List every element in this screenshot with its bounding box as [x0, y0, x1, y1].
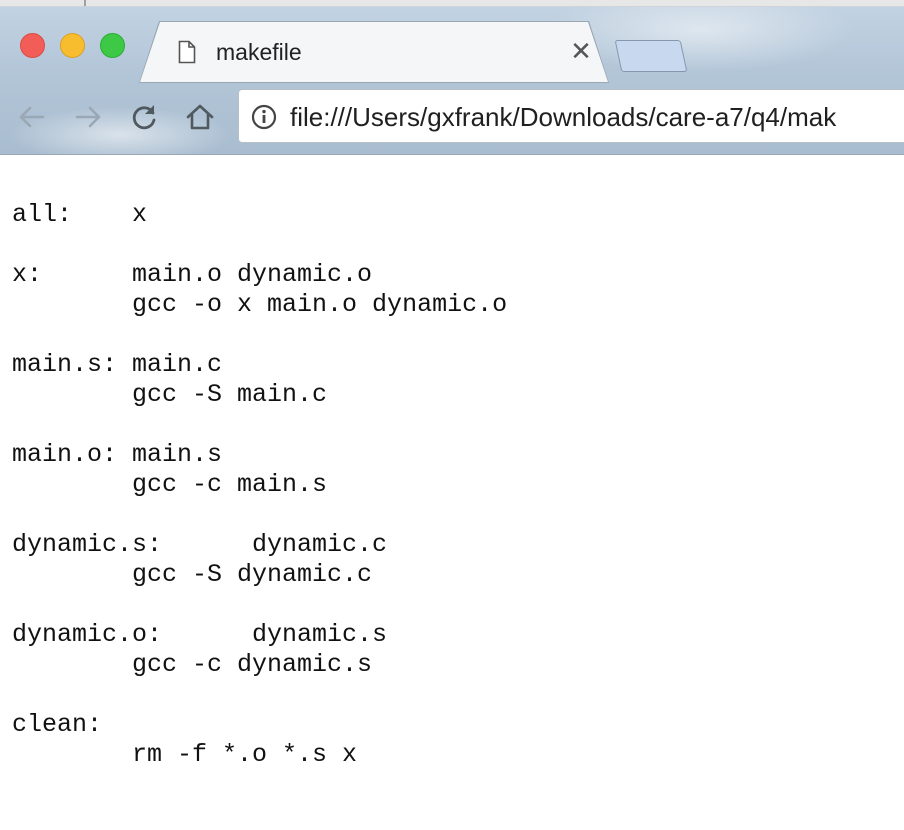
window-top-strip — [0, 0, 904, 7]
code-line: gcc -S dynamic.c — [12, 560, 373, 589]
code-line: dynamic.o: dynamic.s — [12, 620, 388, 649]
tab-title: makefile — [216, 39, 302, 65]
top-strip-divider — [84, 0, 86, 6]
tab-makefile[interactable] — [140, 22, 608, 82]
code-line: dynamic.s: dynamic.c — [12, 530, 388, 559]
code-line: x: main.o dynamic.o — [12, 260, 373, 289]
new-tab-button[interactable] — [614, 40, 688, 72]
code-line: main.o: main.s — [12, 440, 223, 469]
home-icon[interactable] — [184, 101, 216, 133]
url-text[interactable]: file:///Users/gxfrank/Downloads/care-a7/… — [290, 101, 904, 133]
makefile-content: all: x x: main.o dynamic.o gcc -o x main.… — [12, 200, 892, 770]
close-window-button[interactable] — [20, 33, 45, 58]
info-icon[interactable] — [251, 104, 277, 130]
code-line: clean: — [12, 710, 103, 739]
code-line: all: x — [12, 200, 148, 229]
browser-chrome: makefile ✕ file:///Users/gxfrank/Downloa… — [0, 0, 904, 155]
code-line: gcc -S main.c — [12, 380, 328, 409]
zoom-window-button[interactable] — [100, 33, 125, 58]
forward-arrow-icon[interactable] — [72, 101, 104, 133]
code-line: gcc -o x main.o dynamic.o — [12, 290, 508, 319]
back-arrow-icon[interactable] — [16, 101, 48, 133]
code-line: rm -f *.o *.s x — [12, 740, 358, 769]
code-line: gcc -c dynamic.s — [12, 650, 373, 679]
reload-icon[interactable] — [128, 101, 160, 133]
tab-close-icon[interactable]: ✕ — [569, 38, 593, 64]
code-line: gcc -c main.s — [12, 470, 328, 499]
code-line: main.s: main.c — [12, 350, 223, 379]
minimize-window-button[interactable] — [60, 33, 85, 58]
document-icon — [178, 40, 196, 64]
